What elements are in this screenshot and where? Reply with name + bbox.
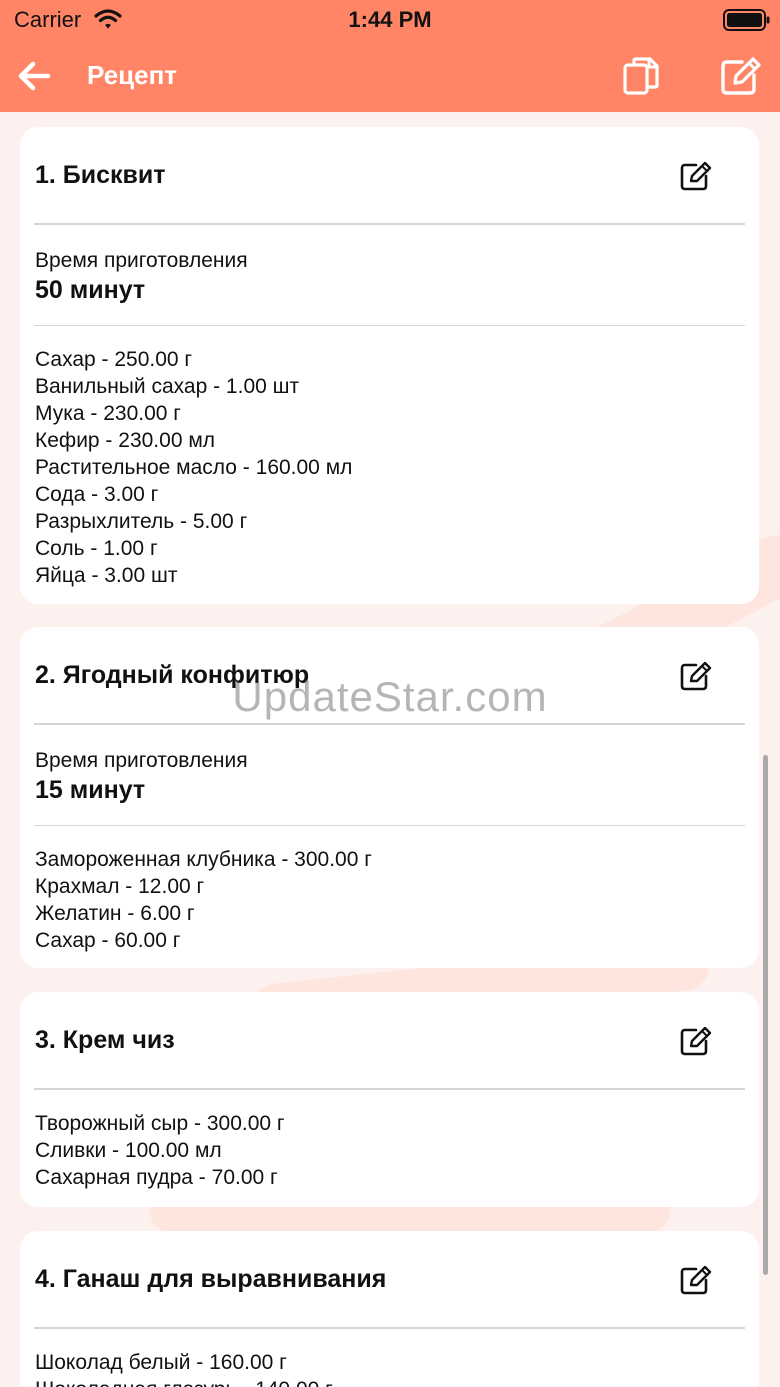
ingredient-item: Соль - 1.00 г [35,537,158,560]
cooking-time-value: 15 минут [35,775,146,804]
recipe-card: 3. Крем чиз Творожный сыр - 300.00 г Сли… [20,992,759,1207]
recipe-title: 4. Ганаш для выравнивания [35,1265,387,1293]
ingredient-item: Сахарная пудра - 70.00 г [35,1165,278,1189]
battery-full-icon [723,9,770,31]
cooking-time-label: Время приготовления [35,248,248,272]
ingredient-list: Сахар - 250.00 г Ванильный сахар - 1.00 … [20,326,759,589]
recipe-card: 4. Ганаш для выравнивания Шоколад белый … [20,1231,759,1387]
card-header: 4. Ганаш для выравнивания [20,1231,759,1327]
recipe-title: 1. Бисквит [35,161,166,189]
ingredient-item: Ванильный сахар - 1.00 шт [35,375,300,398]
cooking-time-value: 50 минут [35,275,146,304]
watermark: UpdateStar.com [232,673,548,720]
ingredient-item: Замороженная клубника - 300.00 г [35,848,372,871]
recipe-card: 1. Бисквит Время приготовления 50 минут … [20,127,759,604]
page-title: Рецепт [87,60,178,90]
ingredient-item: Сливки - 100.00 мл [35,1138,222,1162]
ingredient-item: Растительное масло - 160.00 мл [35,456,353,479]
ingredient-list: Творожный сыр - 300.00 г Сливки - 100.00… [20,1090,759,1191]
arrow-left-icon[interactable] [16,58,52,94]
ingredient-item: Творожный сыр - 300.00 г [35,1111,285,1135]
recipe-title: 3. Крем чиз [35,1026,175,1054]
cooking-time-section: Время приготовления 50 минут [20,225,759,325]
status-time: 1:44 PM [348,7,432,32]
ingredient-item: Шоколад белый - 160.00 г [35,1350,287,1374]
ingredient-item: Мука - 230.00 г [35,402,181,425]
ingredient-item: Крахмал - 12.00 г [35,875,205,898]
edit-icon[interactable] [680,1026,712,1056]
ingredient-item: Сода - 3.00 г [35,483,159,506]
status-bar: Carrier 1:44 PM [0,0,780,40]
ingredient-item: Яйца - 3.00 шт [35,564,178,587]
ingredient-list: Замороженная клубника - 300.00 г Крахмал… [20,826,759,954]
recipe-list[interactable]: 1. Бисквит Время приготовления 50 минут … [0,112,780,1387]
card-header: 1. Бисквит [20,127,759,223]
copy-icon[interactable] [622,56,660,96]
card-header: 3. Крем чиз [20,992,759,1088]
ingredient-item: Желатин - 6.00 г [35,902,195,925]
cooking-time-label: Время приготовления [35,748,248,772]
scrollbar[interactable] [763,755,768,1275]
ingredient-item: Кефир - 230.00 мл [35,429,216,452]
edit-icon[interactable] [680,1265,712,1295]
ingredient-item: Шоколадная глазурь - 140.00 г [35,1376,744,1387]
ingredient-item: Разрыхлитель - 5.00 г [35,510,248,533]
ingredient-item: Сахар - 250.00 г [35,348,193,371]
edit-icon[interactable] [720,56,762,96]
edit-icon[interactable] [680,161,712,191]
ingredient-item: Сахар - 60.00 г [35,929,181,952]
ingredient-list: Шоколад белый - 160.00 г Шоколадная глаз… [20,1329,759,1387]
cooking-time-section: Время приготовления 15 минут [20,725,759,825]
nav-bar: Рецепт [0,40,780,112]
